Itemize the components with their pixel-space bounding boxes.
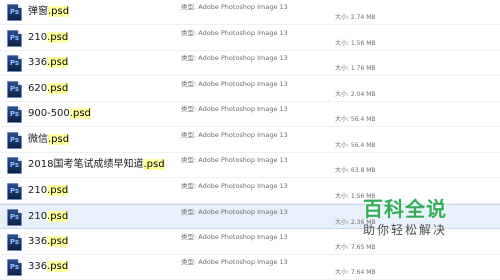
photoshop-file-icon: Ps bbox=[7, 55, 22, 72]
photoshop-file-icon: Ps bbox=[7, 4, 22, 21]
file-extension-highlight: .psd bbox=[143, 159, 165, 170]
file-size: 大小: 56.4 MB bbox=[335, 141, 376, 149]
file-name: 微信.psd bbox=[28, 133, 70, 146]
watermark-subtitle: 助你轻松解决 bbox=[362, 223, 447, 237]
photoshop-file-icon: Ps bbox=[7, 106, 22, 123]
photoshop-file-icon: Ps bbox=[7, 209, 22, 226]
file-size: 大小: 63.8 MB bbox=[335, 167, 376, 174]
file-name: 336.psd bbox=[28, 56, 69, 69]
file-name: 210.psd bbox=[28, 31, 69, 44]
file-type: 类型: Adobe Photoshop Image 13 bbox=[181, 181, 288, 190]
file-name-base: 900-500 bbox=[28, 108, 70, 119]
file-size: 大小: 1.56 MB bbox=[335, 39, 376, 47]
photoshop-file-icon: Ps bbox=[7, 182, 22, 200]
watermark-title: 百科全说 bbox=[363, 197, 447, 221]
file-name: 336.psd bbox=[28, 235, 69, 248]
list-item[interactable]: Ps 900-500.psd 类型: Adobe Photoshop Image… bbox=[0, 102, 500, 127]
file-name-base: 336 bbox=[28, 57, 48, 68]
file-type: 类型: Adobe Photoshop Image 13 bbox=[181, 130, 288, 139]
file-type: 类型: Adobe Photoshop Image 13 bbox=[181, 232, 288, 241]
file-extension-highlight: .psd bbox=[47, 82, 69, 94]
file-type: 类型: Adobe Photoshop Image 13 bbox=[181, 28, 288, 37]
file-type: 类型: Adobe Photoshop Image 13 bbox=[181, 105, 288, 113]
list-item[interactable]: Ps 620.psd 类型: Adobe Photoshop Image 13 … bbox=[0, 77, 500, 102]
file-type: 类型: Adobe Photoshop Image 13 bbox=[181, 258, 288, 266]
file-name: 336.psd bbox=[28, 260, 69, 273]
file-name-base: 微信 bbox=[28, 133, 48, 145]
file-name: 弹窗.psd bbox=[28, 5, 70, 18]
file-size: 大小: 2.04 MB bbox=[335, 90, 376, 98]
file-extension-highlight: .psd bbox=[48, 133, 70, 145]
photoshop-file-icon: Ps bbox=[7, 157, 22, 174]
list-item[interactable]: Ps 微信.psd 类型: Adobe Photoshop Image 13 大… bbox=[0, 128, 500, 153]
list-item[interactable]: Ps 弹窗.psd 类型: Adobe Photoshop Image 13 大… bbox=[0, 0, 500, 25]
file-extension-highlight: .psd bbox=[47, 261, 69, 272]
file-size: 大小: 7.64 MB bbox=[335, 269, 376, 276]
list-item[interactable]: Ps 336.psd 类型: Adobe Photoshop Image 13 … bbox=[0, 255, 500, 280]
file-name-base: 336 bbox=[28, 261, 48, 272]
file-name-base: 2018国考笔试成绩早知道 bbox=[28, 159, 144, 170]
file-name-base: 210 bbox=[28, 184, 48, 196]
file-name-base: 弹窗 bbox=[28, 6, 48, 17]
file-name-base: 210 bbox=[28, 31, 48, 43]
file-name: 2018国考笔试成绩早知道.psd bbox=[28, 158, 165, 171]
file-type: 类型: Adobe Photoshop Image 13 bbox=[181, 208, 288, 216]
file-type: 类型: Adobe Photoshop Image 13 bbox=[181, 156, 288, 164]
photoshop-file-icon: Ps bbox=[7, 259, 22, 276]
photoshop-file-icon: Ps bbox=[7, 29, 22, 47]
file-extension-highlight: .psd bbox=[47, 57, 69, 68]
file-size: 大小: 1.76 MB bbox=[335, 65, 376, 72]
file-size: 大小: 2.74 MB bbox=[335, 14, 376, 21]
file-extension-highlight: .psd bbox=[47, 235, 69, 247]
photoshop-file-icon: Ps bbox=[7, 233, 22, 251]
file-extension-highlight: .psd bbox=[69, 108, 91, 119]
file-extension-highlight: .psd bbox=[48, 6, 70, 17]
file-type: 类型: Adobe Photoshop Image 13 bbox=[181, 3, 288, 11]
file-name-base: 620 bbox=[28, 82, 48, 94]
list-item[interactable]: Ps 336.psd 类型: Adobe Photoshop Image 13 … bbox=[0, 51, 500, 76]
file-name: 620.psd bbox=[28, 82, 69, 95]
file-extension-highlight: .psd bbox=[47, 31, 69, 43]
file-size: 大小: 56.4 MB bbox=[335, 116, 376, 123]
file-name-base: 210 bbox=[28, 211, 48, 222]
file-extension-highlight: .psd bbox=[47, 184, 69, 196]
file-name: 900-500.psd bbox=[28, 107, 91, 120]
file-name: 210.psd bbox=[28, 210, 69, 223]
file-type: 类型: Adobe Photoshop Image 13 bbox=[181, 54, 288, 62]
photoshop-file-icon: Ps bbox=[7, 80, 22, 98]
photoshop-file-icon: Ps bbox=[7, 131, 22, 149]
file-type: 类型: Adobe Photoshop Image 13 bbox=[181, 79, 288, 88]
list-item[interactable]: Ps 2018国考笔试成绩早知道.psd 类型: Adobe Photoshop… bbox=[0, 153, 500, 178]
file-name-base: 336 bbox=[28, 235, 48, 247]
file-name: 210.psd bbox=[28, 184, 69, 197]
watermark-logo: 百科全说 助你轻松解决 bbox=[350, 197, 460, 247]
file-extension-highlight: .psd bbox=[47, 211, 69, 222]
list-item[interactable]: Ps 210.psd 类型: Adobe Photoshop Image 13 … bbox=[0, 26, 500, 51]
